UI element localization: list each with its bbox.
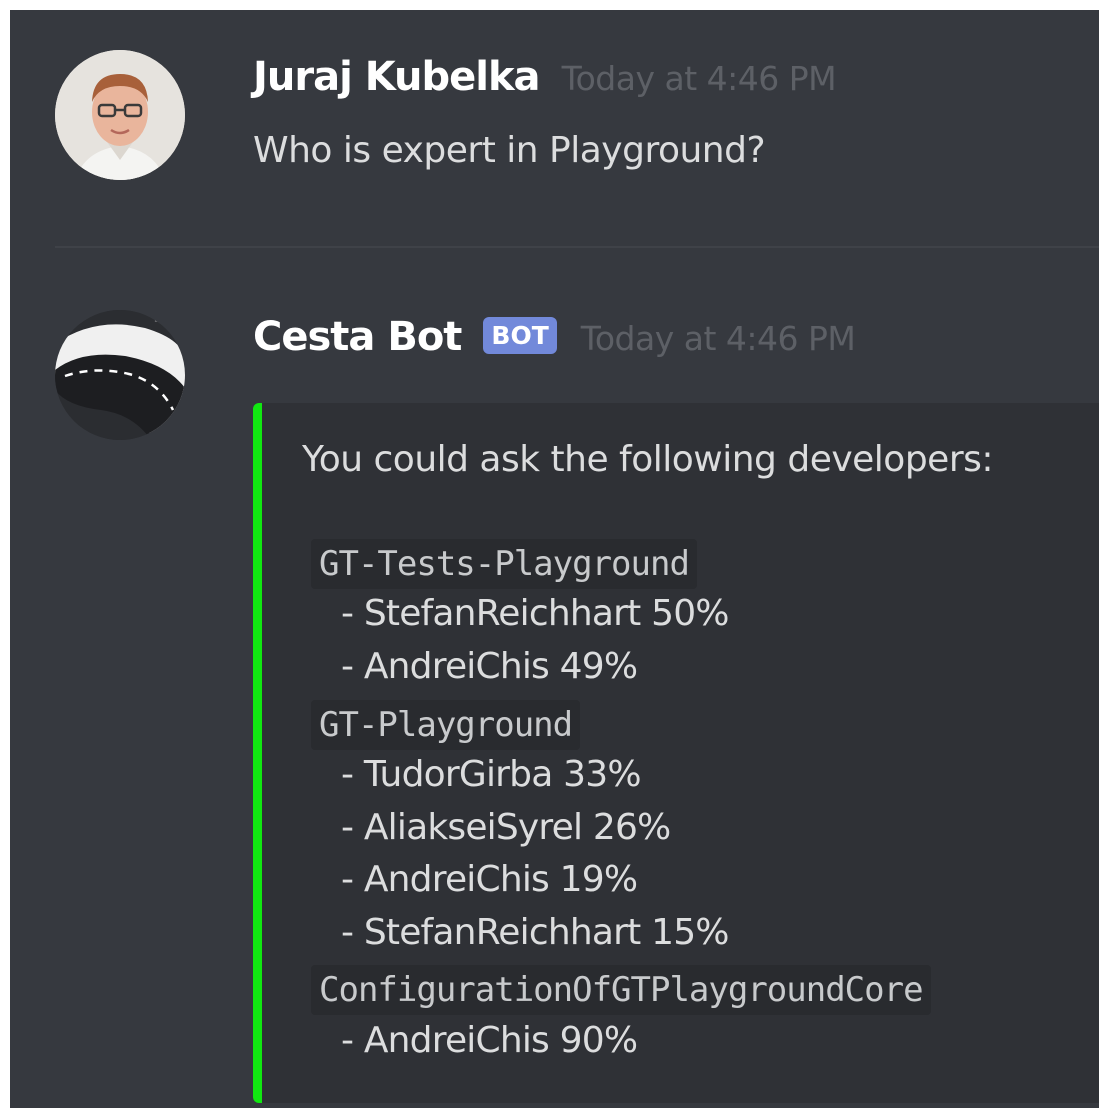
developer-line: - AndreiChis 19% [341,859,638,900]
timestamp: Today at 4:46 PM [580,319,856,358]
bot-embed: You could ask the following developers: … [253,403,1099,1103]
user-avatar[interactable] [55,50,185,180]
timestamp: Today at 4:46 PM [561,59,837,98]
username[interactable]: Cesta Bot [253,314,462,360]
developer-line: - StefanReichhart 15% [341,912,730,953]
embed-accent-bar [253,403,262,1103]
embed-intro-text: You could ask the following developers: [302,439,994,480]
bot-avatar[interactable] [55,310,185,440]
message-header: Juraj Kubelka Today at 4:46 PM [253,54,837,100]
project-code-label: GT-Tests-Playground [311,539,697,589]
developer-line: - AndreiChis 49% [341,646,638,687]
username[interactable]: Juraj Kubelka [253,54,541,100]
message-text: Who is expert in Playground? [253,130,766,171]
developer-line: - TudorGirba 33% [341,754,642,795]
user-photo-icon [55,50,185,180]
developer-line: - AndreiChis 90% [341,1020,638,1061]
road-logo-icon [55,310,185,440]
bot-badge: BOT [483,316,557,354]
message-header: Cesta Bot BOT Today at 4:46 PM [253,314,856,360]
project-code-label: ConfigurationOfGTPlaygroundCore [311,965,931,1015]
developer-line: - AliakseiSyrel 26% [341,807,671,848]
message-divider [55,246,1099,248]
project-code-label: GT-Playground [311,700,581,750]
developer-line: - StefanReichhart 50% [341,593,730,634]
chat-panel: Juraj Kubelka Today at 4:46 PM Who is ex… [10,10,1099,1108]
